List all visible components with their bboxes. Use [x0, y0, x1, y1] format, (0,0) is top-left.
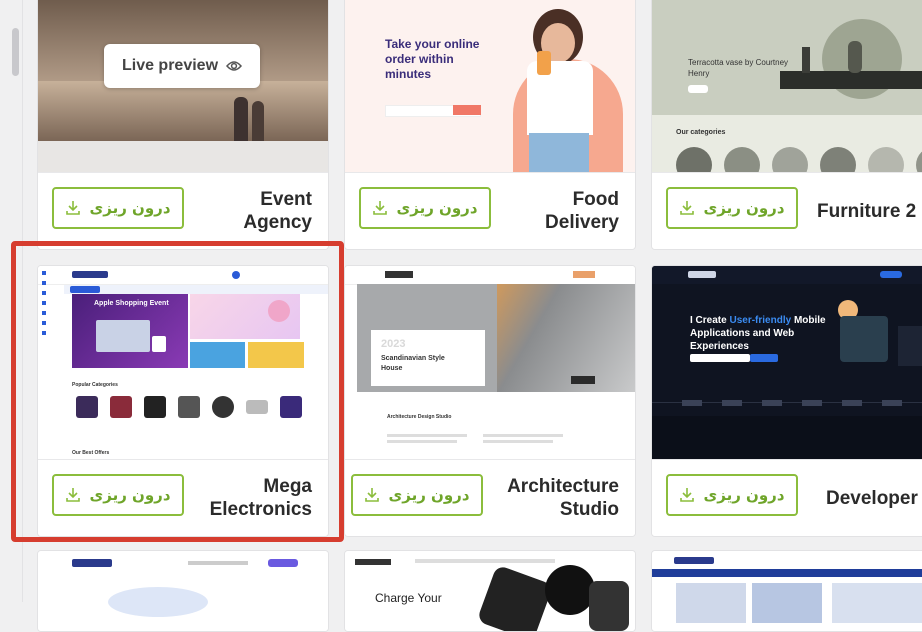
template-card: Charge Your [344, 550, 636, 632]
thumb-hero-text: Scandinavian Style House [381, 355, 445, 372]
download-icon [680, 488, 695, 502]
template-thumbnail[interactable]: Apple Shopping Event Popular Categories … [38, 266, 328, 460]
import-button[interactable]: درون ریزی [351, 474, 483, 516]
template-thumbnail[interactable]: Terracotta vase by Courtney Henry Our ca… [652, 0, 922, 173]
import-button-label: درون ریزی [703, 199, 785, 217]
template-thumbnail[interactable]: Take your online order within minutes [345, 0, 635, 173]
import-button[interactable]: درون ریزی [666, 474, 798, 516]
import-button[interactable]: درون ریزی [52, 187, 184, 229]
card-footer: درون ریزی Event Agency [38, 172, 328, 249]
thumb-year: 2023 [381, 338, 406, 350]
card-title: Event Agency [243, 189, 312, 233]
template-card-developer: I Create User-friendly Mobile Applicatio… [651, 265, 922, 537]
card-title: Furniture 2 [817, 200, 917, 222]
scrollbar-thumb[interactable] [12, 28, 19, 76]
thumb-section-label: Architecture Design Studio [387, 414, 452, 420]
card-title: Food Delivery [545, 189, 619, 233]
import-button-label: درون ریزی [396, 199, 478, 217]
import-button-label: درون ریزی [703, 486, 785, 504]
download-icon [365, 488, 380, 502]
template-card-event-agency: Live preview درون ریزی Event Agency [37, 0, 329, 250]
template-thumbnail[interactable]: I Create User-friendly Mobile Applicatio… [652, 266, 922, 460]
template-card-architecture-studio: 2023 Scandinavian Style House Architectu… [344, 265, 636, 537]
thumb-hero-text: I Create User-friendly Mobile Applicatio… [690, 315, 826, 352]
template-thumbnail[interactable] [38, 551, 328, 631]
template-thumbnail[interactable]: Charge Your [345, 551, 635, 631]
thumb-hero-text: Charge Your [375, 591, 442, 605]
import-button-label: درون ریزی [89, 486, 171, 504]
thumb-section-label: Our Best Offers [72, 450, 110, 456]
template-thumbnail[interactable]: Live preview [38, 0, 328, 173]
template-thumbnail[interactable]: 2023 Scandinavian Style House Architectu… [345, 266, 635, 460]
live-preview-label: Live preview [121, 57, 219, 74]
card-footer: درون ریزی Architecture Studio [345, 459, 635, 536]
live-preview-button[interactable]: Live preview [104, 44, 260, 88]
template-card [651, 550, 922, 632]
card-title: Architecture Studio [507, 476, 619, 520]
thumb-hero-text: Take your online order within minutes [385, 37, 480, 81]
card-footer: درون ریزی Developer [652, 459, 922, 536]
import-button[interactable]: درون ریزی [359, 187, 491, 229]
card-title: Mega Electronics [209, 476, 312, 520]
import-button[interactable]: درون ریزی [52, 474, 184, 516]
thumb-hero-text: Apple Shopping Event [94, 300, 169, 307]
download-icon [66, 201, 81, 215]
download-icon [373, 201, 388, 215]
download-icon [680, 201, 695, 215]
template-card-food-delivery: Take your online order within minutes در… [344, 0, 636, 250]
eye-icon [226, 61, 243, 71]
thumb-section-label: Popular Categories [72, 382, 118, 388]
import-button[interactable]: درون ریزی [666, 187, 798, 229]
template-card-mega-electronics: Apple Shopping Event Popular Categories … [37, 265, 329, 537]
card-footer: درون ریزی Furniture 2 [652, 172, 922, 249]
template-thumbnail[interactable] [652, 551, 922, 631]
download-icon [66, 488, 81, 502]
import-button-label: درون ریزی [388, 486, 470, 504]
import-button-label: درون ریزی [89, 199, 171, 217]
template-card [37, 550, 329, 632]
card-title: Developer [826, 487, 918, 509]
template-card-furniture-2: Terracotta vase by Courtney Henry Our ca… [651, 0, 922, 250]
scrollbar[interactable] [0, 0, 23, 602]
thumb-section-label: Our categories [676, 129, 726, 136]
card-footer: درون ریزی Food Delivery [345, 172, 635, 249]
card-footer: درون ریزی Mega Electronics [38, 459, 328, 536]
